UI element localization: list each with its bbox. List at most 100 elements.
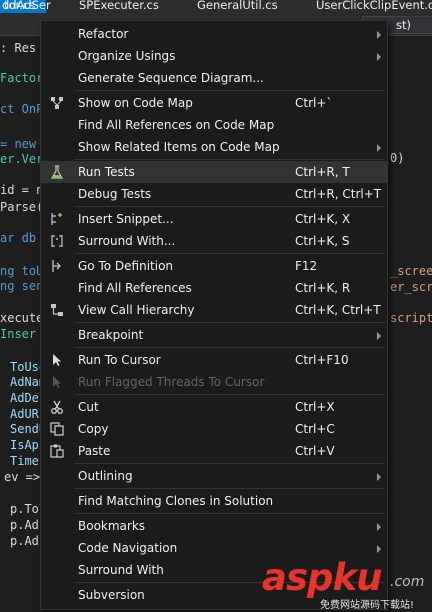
cursor-arrow-icon: [49, 352, 65, 368]
menu-item-find-all-references-code-map[interactable]: Find All References on Code Map: [41, 114, 387, 136]
call-hierarchy-icon: [49, 302, 65, 318]
watermark-tagline: 免费网站源码下载站!: [320, 600, 415, 611]
menu-item-find-all-references[interactable]: Find All References Ctrl+K, R: [41, 277, 387, 299]
menu-separator: [74, 159, 385, 160]
menu-item-surround-with[interactable]: Surround With... Ctrl+K, S: [41, 230, 387, 252]
menu-item-label: View Call Hierarchy: [78, 303, 195, 317]
menu-item-shortcut: Ctrl+X: [295, 400, 335, 414]
menu-item-breakpoint[interactable]: Breakpoint: [41, 324, 387, 346]
menu-item-organize-usings[interactable]: Organize Usings: [41, 45, 387, 67]
menu-item-outlining[interactable]: Outlining: [41, 465, 387, 487]
submenu-arrow-icon: [377, 523, 381, 531]
scissors-icon: [49, 399, 65, 415]
menu-item-show-on-code-map[interactable]: Show on Code Map Ctrl+`: [41, 92, 387, 114]
menu-item-shortcut: Ctrl+F10: [295, 353, 349, 367]
paste-icon: [49, 443, 65, 459]
menu-separator: [74, 513, 385, 514]
menu-item-show-related-items-code-map[interactable]: Show Related Items on Code Map: [41, 136, 387, 158]
menu-item-shortcut: Ctrl+K, S: [295, 234, 350, 248]
menu-item-view-call-hierarchy[interactable]: View Call Hierarchy Ctrl+K, Ctrl+T: [41, 299, 387, 321]
menu-item-label: Surround With: [78, 563, 164, 577]
menu-item-refactor[interactable]: Refactor: [41, 23, 387, 45]
submenu-arrow-icon: [377, 31, 381, 39]
menu-item-shortcut: Ctrl+R, T: [295, 165, 350, 179]
code-line: scripti: [390, 311, 432, 325]
menu-separator: [74, 253, 385, 254]
submenu-arrow-icon: [377, 144, 381, 152]
menu-item-run-to-cursor[interactable]: Run To Cursor Ctrl+F10: [41, 349, 387, 371]
menu-item-label: Paste: [78, 444, 111, 458]
submenu-arrow-icon: [377, 332, 381, 340]
menu-item-label: Refactor: [78, 27, 129, 41]
watermark-brand: aspku: [262, 556, 382, 599]
watermark-suffix: .com: [390, 574, 425, 590]
submenu-arrow-icon: [377, 545, 381, 553]
menu-item-generate-sequence-diagram[interactable]: Generate Sequence Diagram...: [41, 67, 387, 89]
code-line: ev =>: [4, 470, 41, 484]
menu-item-shortcut: Ctrl+`: [295, 96, 333, 110]
menu-item-label: Run To Cursor: [78, 353, 161, 367]
code-line: p.To: [10, 502, 39, 516]
menu-item-label: Debug Tests: [78, 187, 152, 201]
menu-item-label: Find Matching Clones in Solution: [78, 494, 274, 508]
snippet-icon: [49, 211, 65, 227]
tab-userclickclipevent[interactable]: UserClickClipEvent.cs: [316, 0, 432, 13]
menu-item-label: Surround With...: [78, 234, 176, 248]
go-to-definition-icon: [49, 258, 65, 274]
menu-item-go-to-definition[interactable]: Go To Definition F12: [41, 255, 387, 277]
menu-item-label: Subversion: [78, 588, 145, 602]
menu-item-shortcut: Ctrl+C: [295, 422, 335, 436]
surround-with-icon: [49, 233, 65, 249]
menu-item-bookmarks[interactable]: Bookmarks: [41, 515, 387, 537]
menu-item-label: Show Related Items on Code Map: [78, 140, 280, 154]
menu-item-label: Go To Definition: [78, 259, 174, 273]
menu-item-shortcut: Ctrl+K, X: [295, 212, 351, 226]
menu-separator: [74, 206, 385, 207]
menu-separator: [74, 347, 385, 348]
menu-separator: [74, 322, 385, 323]
aspku-watermark: aspku .com 免费网站源码下载站!: [258, 556, 430, 612]
tab-generalutil[interactable]: GeneralUtil.cs: [197, 0, 278, 13]
code-line: 0): [390, 151, 405, 165]
menu-item-insert-snippet[interactable]: Insert Snippet... Ctrl+K, X: [41, 208, 387, 230]
menu-item-label: Generate Sequence Diagram...: [78, 71, 264, 85]
code-line: : Res: [0, 41, 37, 55]
menu-item-cut[interactable]: Cut Ctrl+X: [41, 396, 387, 418]
document-tab-strip: ddAdSer tor.cs SPExecuter.cs GeneralUtil…: [0, 0, 432, 13]
code-line: p.Ad: [10, 534, 39, 548]
menu-item-shortcut: Ctrl+K, R: [295, 281, 351, 295]
code-map-icon: [49, 95, 65, 111]
menu-separator: [74, 488, 385, 489]
menu-item-run-flagged-threads[interactable]: Run Flagged Threads To Cursor: [41, 371, 387, 393]
submenu-arrow-icon: [377, 473, 381, 481]
menu-item-label: Find All References: [78, 281, 192, 295]
copy-icon: [49, 421, 65, 437]
menu-item-label: Organize Usings: [78, 49, 176, 63]
code-line: p.Ad: [10, 518, 39, 532]
menu-item-label: Run Flagged Threads To Cursor: [78, 375, 265, 389]
code-line: er_scr: [390, 280, 432, 294]
menu-item-debug-tests[interactable]: Debug Tests Ctrl+R, Ctrl+T: [41, 183, 387, 205]
menu-item-run-tests[interactable]: Run Tests Ctrl+R, T: [41, 161, 387, 183]
submenu-arrow-icon: [377, 53, 381, 61]
menu-item-label: Outlining: [78, 469, 133, 483]
menu-item-label: Copy: [78, 422, 109, 436]
tab-spexecuter[interactable]: SPExecuter.cs: [79, 0, 159, 13]
menu-item-copy[interactable]: Copy Ctrl+C: [41, 418, 387, 440]
member-dropdown-text: st): [396, 18, 411, 32]
code-line: Inser: [0, 327, 37, 341]
menu-item-label: Breakpoint: [78, 328, 144, 342]
menu-item-label: Run Tests: [78, 165, 135, 179]
menu-item-label: Show on Code Map: [78, 96, 193, 110]
menu-item-shortcut: Ctrl+R, Ctrl+T: [295, 187, 382, 201]
tab-tor[interactable]: tor.cs: [4, 0, 35, 13]
code-line: _scree: [390, 264, 432, 278]
menu-separator: [74, 90, 385, 91]
menu-item-find-matching-clones[interactable]: Find Matching Clones in Solution: [41, 490, 387, 512]
flagged-threads-icon: [49, 374, 65, 390]
flask-run-icon: [49, 164, 65, 180]
menu-item-label: Find All References on Code Map: [78, 118, 275, 132]
menu-item-shortcut: F12: [295, 259, 318, 273]
menu-item-label: Bookmarks: [78, 519, 146, 533]
menu-item-paste[interactable]: Paste Ctrl+V: [41, 440, 387, 462]
